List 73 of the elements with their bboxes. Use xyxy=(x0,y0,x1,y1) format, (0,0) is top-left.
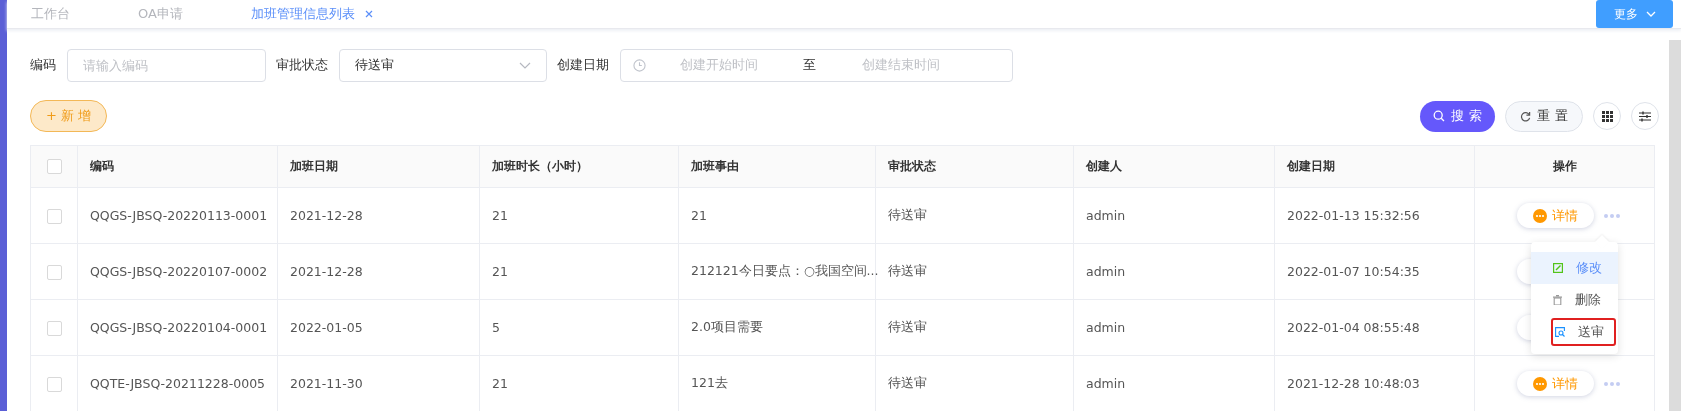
table-cell: QQGS-JBSQ-20220104-0001 xyxy=(77,299,278,356)
close-icon[interactable] xyxy=(364,10,373,18)
search-document-icon xyxy=(1555,327,1565,337)
menu-item[interactable]: 送审 xyxy=(1551,318,1616,346)
table-cell: 2022-01-05 xyxy=(277,299,480,356)
table-cell: admin xyxy=(1073,299,1275,356)
menu-item[interactable]: 删除 xyxy=(1531,284,1618,316)
edit-icon xyxy=(1553,263,1563,273)
column-header: 加班事由 xyxy=(678,145,876,188)
column-header: 操作 xyxy=(1474,145,1655,188)
column-header: 审批状态 xyxy=(875,145,1074,188)
trash-icon xyxy=(1553,295,1562,305)
table-cell: 5 xyxy=(479,299,679,356)
ellipsis-icon[interactable] xyxy=(1604,381,1620,386)
caret-icon xyxy=(1645,11,1656,17)
table-cell: 2022-01-13 15:32:56 xyxy=(1274,187,1475,244)
tab[interactable]: OA申请 xyxy=(130,5,191,23)
column-header: 创建日期 xyxy=(1274,145,1475,188)
table-cell: 2.0项目需要 xyxy=(678,299,876,356)
table-cell: 待送审 xyxy=(875,243,1074,300)
filter-label: 创建日期 xyxy=(557,56,609,74)
status-select[interactable]: 待送审 xyxy=(339,48,547,82)
column-header: 编码 xyxy=(77,145,278,188)
table-cell: 21 xyxy=(678,187,876,244)
more-dots-icon xyxy=(1533,376,1547,391)
detail-button[interactable]: 详情 xyxy=(1517,371,1594,396)
table-cell: 2022-01-04 08:55:48 xyxy=(1274,299,1475,356)
code-input[interactable]: 请输入编码 xyxy=(67,48,266,82)
column-header: 加班时长（小时） xyxy=(479,145,679,188)
menu-item[interactable]: 修改 xyxy=(1531,252,1618,284)
row-checkbox[interactable] xyxy=(46,376,62,392)
add-button[interactable]: + 新 增 xyxy=(30,100,107,132)
column-header: 加班日期 xyxy=(277,145,480,188)
end-date-placeholder: 创建结束时间 xyxy=(860,56,941,74)
table-cell: 待送审 xyxy=(875,299,1074,356)
table-cell: QQGS-JBSQ-20220113-0001 xyxy=(77,187,278,244)
row-checkbox[interactable] xyxy=(46,320,62,336)
grid-view-button[interactable] xyxy=(1593,102,1621,130)
refresh-icon xyxy=(1520,110,1532,122)
table-cell: 2021-12-28 xyxy=(277,243,480,300)
table-cell: 21 xyxy=(479,187,679,244)
row-checkbox[interactable] xyxy=(46,208,62,224)
table-cell: admin xyxy=(1073,243,1275,300)
filter-label: 编码 xyxy=(30,56,56,74)
scrollbar[interactable] xyxy=(1669,40,1681,411)
filter-settings-button[interactable] xyxy=(1631,102,1659,130)
tab[interactable]: 工作台 xyxy=(23,5,78,23)
chevron-icon xyxy=(519,61,531,69)
table-cell: 21 xyxy=(479,243,679,300)
reset-button[interactable]: 重 置 xyxy=(1505,100,1583,132)
table-cell: 212121今日要点：○我国空间... xyxy=(678,243,876,300)
grid-icon xyxy=(1601,110,1613,122)
clock-icon xyxy=(633,58,646,72)
search-icon xyxy=(1433,110,1446,122)
filter-label: 审批状态 xyxy=(276,56,328,74)
table-cell: 2021-12-28 xyxy=(277,187,480,244)
table-cell: QQGS-JBSQ-20220107-0002 xyxy=(77,243,278,300)
table-cell: 2022-01-07 10:54:35 xyxy=(1274,243,1475,300)
range-separator: 至 xyxy=(803,56,816,74)
sliders-icon xyxy=(1639,110,1651,122)
table-cell: 待送审 xyxy=(875,187,1074,244)
more-dots-icon xyxy=(1533,208,1547,223)
more-button[interactable]: 更多 xyxy=(1596,0,1673,28)
date-range-field[interactable]: 创建开始时间 至 创建结束时间 xyxy=(620,48,1013,82)
detail-button[interactable]: 详情 xyxy=(1517,203,1594,228)
start-date-placeholder: 创建开始时间 xyxy=(678,56,759,74)
column-header: 创建人 xyxy=(1073,145,1275,188)
search-button[interactable]: 搜 索 xyxy=(1420,100,1495,132)
row-checkbox[interactable] xyxy=(46,264,62,280)
tab[interactable]: 加班管理信息列表 xyxy=(242,5,381,23)
select-all-checkbox[interactable] xyxy=(46,159,62,174)
table-cell: admin xyxy=(1073,187,1275,244)
ellipsis-icon[interactable] xyxy=(1604,213,1620,218)
